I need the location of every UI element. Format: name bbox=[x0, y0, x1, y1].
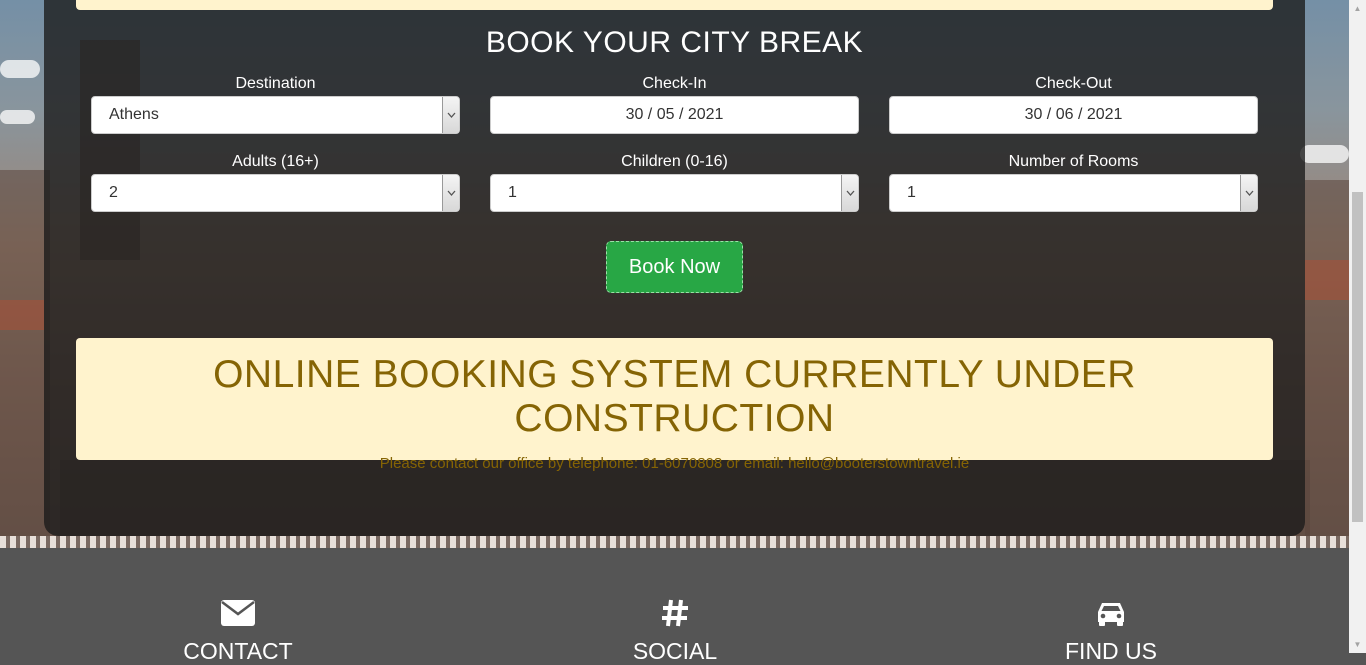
hashtag-icon bbox=[662, 599, 688, 627]
scroll-down-arrow-icon[interactable]: ▼ bbox=[1349, 636, 1366, 653]
children-select[interactable]: 1 bbox=[490, 174, 859, 212]
rooms-label: Number of Rooms bbox=[1008, 153, 1139, 170]
chevron-down-icon bbox=[442, 97, 459, 133]
adults-select[interactable]: 2 bbox=[91, 174, 460, 212]
booking-title: BOOK YOUR CITY BREAK bbox=[485, 26, 864, 59]
check-out-label: Check-Out bbox=[1035, 75, 1112, 92]
destination-label: Destination bbox=[235, 75, 316, 92]
site-footer: CONTACT SOCIAL FIND US bbox=[0, 548, 1349, 664]
scrollbar-thumb[interactable] bbox=[1352, 192, 1363, 522]
check-out-value: 30 / 06 / 2021 bbox=[1024, 106, 1123, 123]
chevron-down-icon bbox=[841, 175, 858, 211]
chevron-down-icon bbox=[1240, 175, 1257, 211]
destination-value: Athens bbox=[109, 106, 159, 123]
children-label: Children (0-16) bbox=[621, 153, 728, 170]
children-value: 1 bbox=[508, 184, 517, 201]
scroll-up-arrow-icon[interactable]: ▲ bbox=[1349, 0, 1366, 17]
construction-heading: ONLINE BOOKING SYSTEM CURRENTLY UNDER CO… bbox=[213, 353, 1136, 440]
book-now-button[interactable]: Book Now bbox=[606, 241, 743, 293]
top-alert-edge bbox=[76, 0, 1273, 10]
chevron-down-icon bbox=[442, 175, 459, 211]
footer-social-label: SOCIAL bbox=[632, 638, 718, 664]
footer-contact-label: CONTACT bbox=[183, 638, 293, 664]
destination-select[interactable]: Athens bbox=[91, 96, 460, 134]
rooms-select[interactable]: 1 bbox=[889, 174, 1258, 212]
adults-label: Adults (16+) bbox=[232, 153, 319, 170]
check-out-date-input[interactable]: 30 / 06 / 2021 bbox=[889, 96, 1258, 134]
envelope-icon bbox=[221, 600, 255, 626]
car-icon bbox=[1098, 603, 1124, 626]
rooms-value: 1 bbox=[907, 184, 916, 201]
adults-value: 2 bbox=[109, 184, 118, 201]
footer-find-us[interactable]: FIND US bbox=[1011, 600, 1211, 664]
construction-notice: ONLINE BOOKING SYSTEM CURRENTLY UNDER CO… bbox=[76, 338, 1273, 472]
check-in-value: 30 / 05 / 2021 bbox=[625, 106, 724, 123]
check-in-date-input[interactable]: 30 / 05 / 2021 bbox=[490, 96, 859, 134]
footer-contact[interactable]: CONTACT bbox=[138, 600, 338, 664]
footer-social[interactable]: SOCIAL bbox=[575, 598, 775, 664]
page-scrollbar[interactable]: ▲ ▼ bbox=[1349, 0, 1366, 653]
footer-find-us-label: FIND US bbox=[1065, 638, 1157, 664]
check-in-label: Check-In bbox=[642, 75, 707, 92]
contact-message: Please contact our office by telephone: … bbox=[379, 455, 970, 472]
